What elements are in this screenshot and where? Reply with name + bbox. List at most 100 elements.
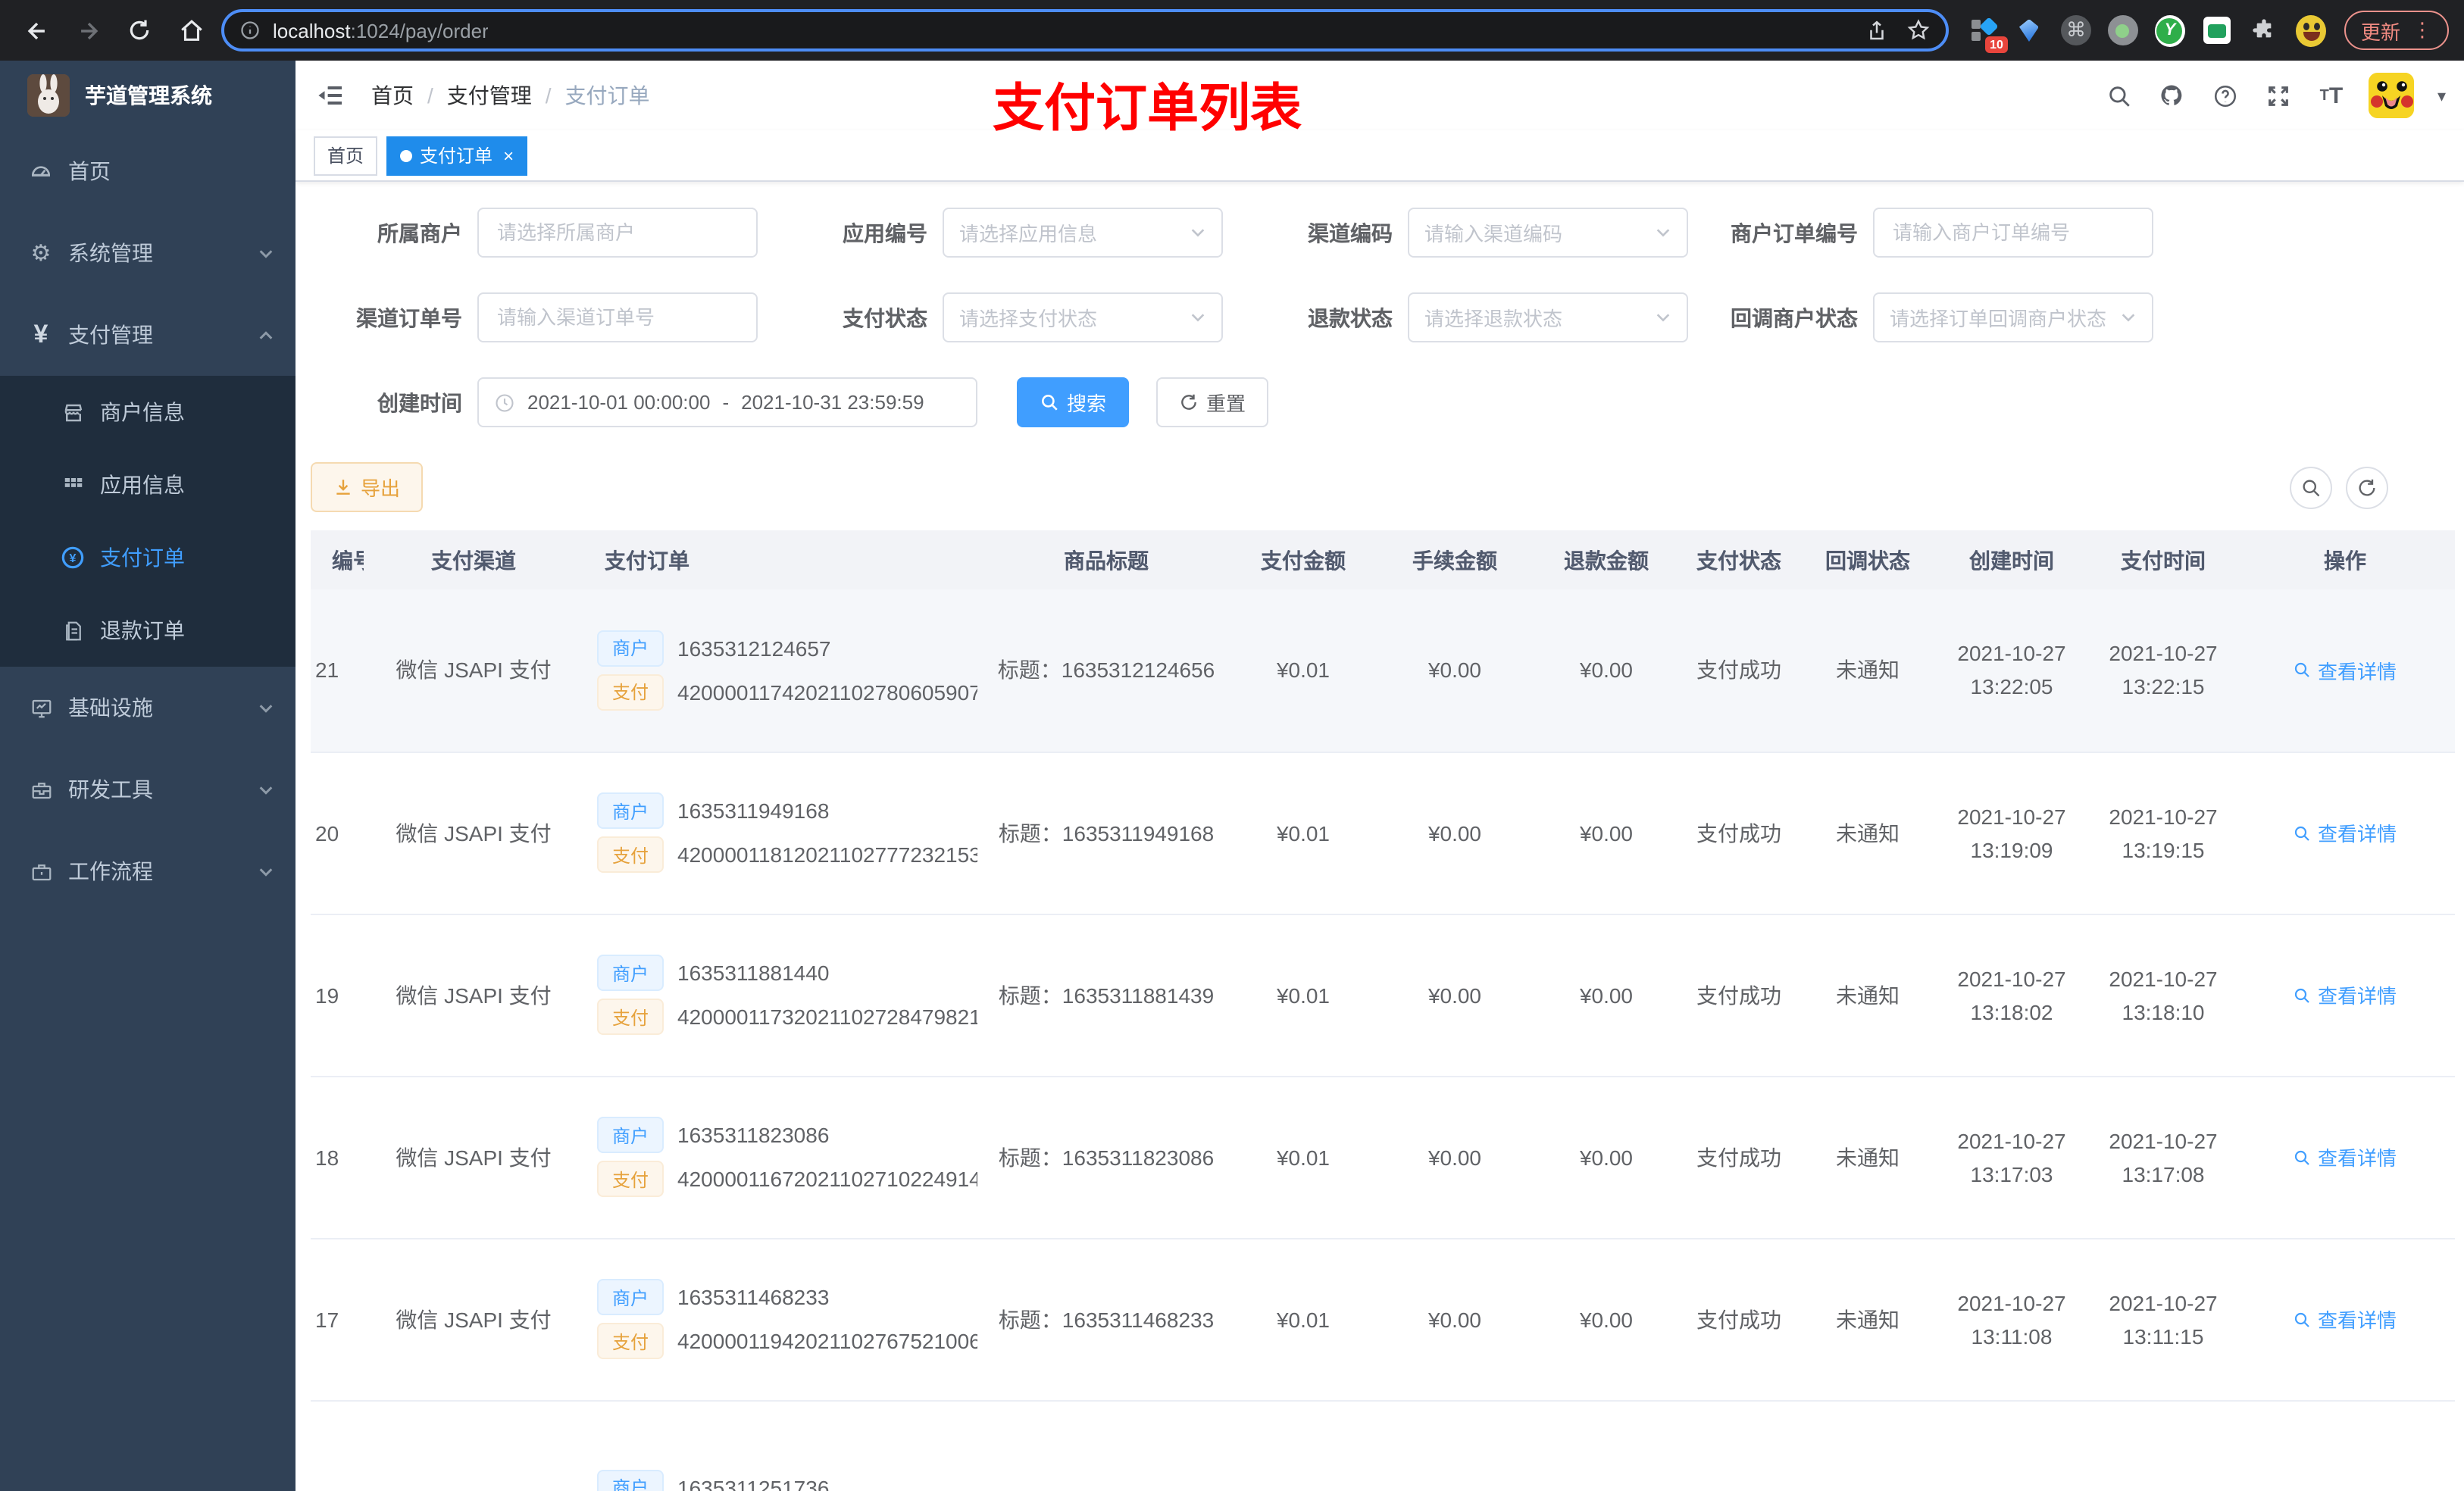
user-avatar[interactable]	[2369, 73, 2415, 118]
table-row[interactable]: 21 微信 JSAPI 支付 商户 1635312124657 支付 42000…	[311, 589, 2455, 752]
table-row[interactable]: 19 微信 JSAPI 支付 商户 1635311881440 支付 42000…	[311, 914, 2455, 1077]
toolbox-icon	[29, 777, 53, 802]
download-icon	[336, 480, 350, 495]
sidebar-item-infra[interactable]: 基础设施	[0, 667, 295, 749]
chevron-down-icon	[2120, 309, 2137, 326]
avatar-caret-icon[interactable]: ▾	[2437, 86, 2446, 105]
browser-toolbar: localhost:1024/pay/order 10 ⌘ Y 更新 ⋮	[0, 0, 2464, 61]
sidebar-item-workflow[interactable]: 工作流程	[0, 830, 295, 912]
profile-avatar-icon[interactable]	[2295, 14, 2326, 46]
sidebar-item-payment[interactable]: ¥ 支付管理	[0, 294, 295, 376]
cell-notify-status: 未通知	[1803, 1076, 1932, 1239]
extension-dot-icon[interactable]	[2107, 15, 2138, 45]
app-select[interactable]: 请选择应用信息	[943, 208, 1223, 258]
chrome-update-button[interactable]: 更新 ⋮	[2344, 11, 2449, 50]
cell-title: 标题：1635311468233	[977, 1238, 1235, 1401]
sidebar-item-app-info[interactable]: 应用信息	[0, 449, 295, 521]
table-row[interactable]: 20 微信 JSAPI 支付 商户 1635311949168 支付 42000…	[311, 752, 2455, 914]
table-row[interactable]: 17 微信 JSAPI 支付 商户 1635311468233 支付 42000…	[311, 1238, 2455, 1401]
cell-title: 标题：1635312124656	[977, 589, 1235, 752]
extensions-puzzle-icon[interactable]	[2249, 15, 2279, 45]
cell-refund: ¥0.00	[1538, 1076, 1674, 1239]
forward-icon[interactable]	[67, 9, 109, 52]
sidebar-item-refund-order[interactable]: 退款订单	[0, 594, 295, 667]
view-detail-link[interactable]: 查看详情	[2294, 656, 2397, 685]
date-range-picker[interactable]: 2021-10-01 00:00:00 - 2021-10-31 23:59:5…	[477, 377, 977, 427]
col-id: 编号	[311, 530, 364, 589]
github-icon[interactable]	[2157, 80, 2187, 111]
view-detail-link[interactable]: 查看详情	[2294, 1305, 2397, 1333]
col-notify-status: 回调状态	[1803, 530, 1932, 589]
reset-button[interactable]: 重置	[1156, 377, 1269, 427]
help-icon[interactable]	[2210, 80, 2240, 111]
view-detail-link[interactable]: 查看详情	[2294, 818, 2397, 847]
search-icon[interactable]	[2104, 80, 2134, 111]
extension-y-icon[interactable]: Y	[2154, 14, 2185, 46]
filter-create-time: 创建时间 2021-10-01 00:00:00 - 2021-10-31 23…	[311, 377, 977, 427]
hamburger-icon[interactable]	[314, 79, 347, 112]
font-size-icon[interactable]: TT	[2316, 80, 2347, 111]
search-button[interactable]: 搜索	[1017, 377, 1130, 427]
tag-home[interactable]: 首页	[314, 136, 378, 175]
channel-code-select[interactable]: 请输入渠道编码	[1408, 208, 1688, 258]
refund-status-select[interactable]: 请选择退款状态	[1408, 292, 1688, 342]
sidebar-item-merchant-info[interactable]: 商户信息	[0, 376, 295, 449]
col-action: 操作	[2235, 530, 2455, 589]
sidebar-item-devtools[interactable]: 研发工具	[0, 749, 295, 830]
chrome-menu-dots-icon[interactable]: ⋮	[2412, 18, 2432, 42]
merchant-tag: 商户	[597, 1279, 664, 1315]
table-row-partial[interactable]: 商户 1635311251736	[311, 1400, 2455, 1491]
sidebar-item-system[interactable]: ⚙ 系统管理	[0, 212, 295, 294]
yen-circle-icon: ¥	[61, 545, 85, 570]
share-icon[interactable]	[1865, 19, 1888, 42]
cell-amount: ¥0.01	[1235, 1238, 1371, 1401]
site-info-icon[interactable]	[239, 20, 261, 41]
table-row[interactable]: 18 微信 JSAPI 支付 商户 1635311823086 支付 42000…	[311, 1076, 2455, 1239]
sidebar-item-pay-order[interactable]: ¥ 支付订单	[0, 521, 295, 594]
view-detail-link[interactable]: 查看详情	[2294, 1142, 2397, 1171]
sidebar-item-home[interactable]: 首页	[0, 130, 295, 212]
extension-badge: 10	[1985, 36, 2008, 53]
export-button[interactable]: 导出	[311, 462, 424, 512]
shop-icon	[61, 400, 85, 424]
pay-status-select[interactable]: 请选择支付状态	[943, 292, 1223, 342]
extension-gem-icon[interactable]	[2014, 15, 2044, 45]
home-icon[interactable]	[170, 9, 212, 52]
breadcrumb-payment[interactable]: 支付管理	[447, 80, 532, 111]
channel-order-no-input[interactable]	[477, 292, 758, 342]
app-title: 芋道管理系统	[85, 83, 212, 108]
breadcrumb-home[interactable]: 首页	[371, 80, 414, 111]
filter-pay-status: 支付状态 请选择支付状态	[776, 292, 1223, 342]
notify-status-select[interactable]: 请选择订单回调商户状态	[1873, 292, 2153, 342]
view-detail-link[interactable]: 查看详情	[2294, 980, 2397, 1009]
update-label: 更新	[2360, 20, 2400, 43]
tag-close-icon[interactable]: ×	[503, 145, 514, 166]
back-icon[interactable]	[15, 9, 58, 52]
chevron-down-icon	[258, 781, 274, 798]
merchant-input[interactable]	[477, 208, 758, 258]
merchant-order-no: 1635311881440	[677, 961, 830, 985]
fullscreen-icon[interactable]	[2263, 80, 2294, 111]
merchant-order-no: 1635311949168	[677, 799, 830, 823]
extension-tiles-icon[interactable]: 10	[1967, 15, 2008, 53]
sidebar-logo[interactable]: 芋道管理系统	[0, 61, 295, 130]
show-search-button[interactable]	[2290, 466, 2332, 508]
extension-chat-icon[interactable]	[2202, 15, 2232, 45]
merchant-order-no: 1635311468233	[677, 1285, 830, 1309]
reload-icon[interactable]	[118, 9, 161, 52]
cell-pay-time: 2021-10-27 13:19:15	[2091, 752, 2235, 914]
extension-command-icon[interactable]: ⌘	[2060, 15, 2091, 45]
cell-refund: ¥0.00	[1538, 914, 1674, 1077]
tag-pay-order[interactable]: 支付订单 ×	[386, 136, 528, 175]
date-start: 2021-10-01 00:00:00	[527, 391, 711, 414]
cell-fee: ¥0.00	[1371, 589, 1538, 752]
page-content: 所属商户 应用编号 请选择应用信息 渠道编码 请输入渠道编码 商户订单编号	[295, 182, 2464, 1491]
bookmark-star-icon[interactable]	[1906, 18, 1931, 42]
cell-refund: ¥0.00	[1538, 589, 1674, 752]
cell-action: 查看详情	[2235, 752, 2455, 914]
refresh-button[interactable]	[2346, 466, 2388, 508]
address-bar[interactable]: localhost:1024/pay/order	[221, 9, 1949, 52]
merchant-order-no-input[interactable]	[1873, 208, 2153, 258]
cell-channel: 微信 JSAPI 支付	[364, 589, 583, 752]
pay-tag: 支付	[597, 674, 664, 711]
